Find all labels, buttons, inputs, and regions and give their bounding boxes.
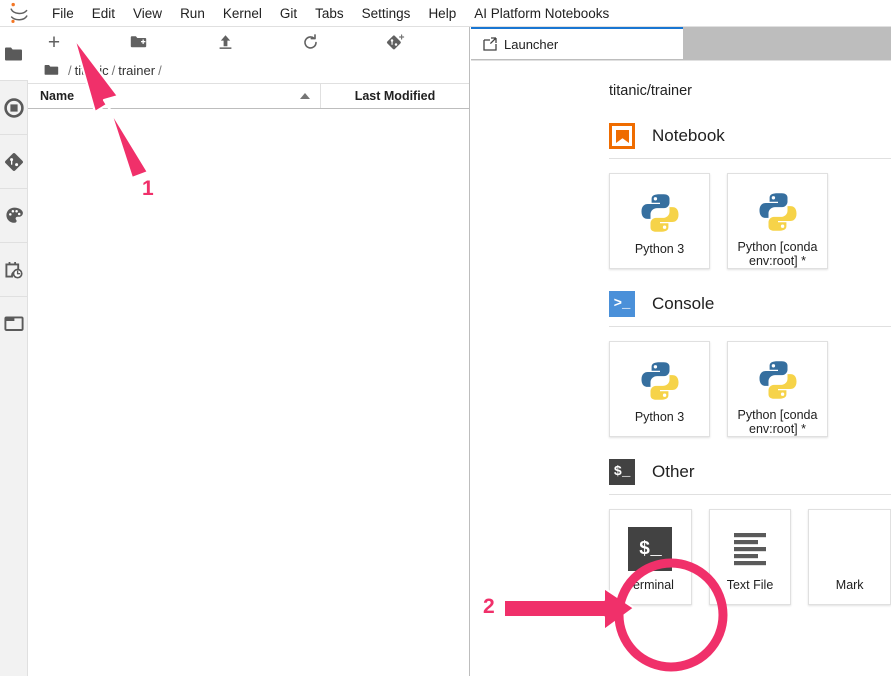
sidebar-item-git[interactable] [0, 135, 28, 188]
refresh-icon[interactable] [290, 29, 330, 55]
launcher-panel: titanic/trainer Notebook [471, 60, 891, 676]
breadcrumb-separator: / [110, 63, 118, 78]
launcher-card-label: Text File [723, 578, 778, 592]
breadcrumb-separator: / [156, 63, 164, 78]
python-icon [638, 188, 682, 238]
python-icon [638, 356, 682, 406]
launcher-section-other-title: Other [652, 462, 695, 482]
jupyterlab-window: File Edit View Run Kernel Git Tabs Setti… [0, 0, 891, 676]
text-file-icon [729, 524, 771, 574]
launcher-terminal-card[interactable]: $_ Terminal [609, 509, 692, 605]
launcher-console-cards: Python 3 Python [conda env:root] * [609, 341, 891, 437]
file-list[interactable] [28, 109, 469, 676]
launcher-card-label: Python 3 [631, 242, 688, 256]
launcher-text-file-card[interactable]: Text File [709, 509, 792, 605]
launcher-card-label: Mark [832, 578, 868, 592]
new-launcher-button[interactable]: + [34, 29, 74, 55]
column-header-name[interactable]: Name [28, 84, 321, 108]
section-divider [609, 494, 891, 495]
breadcrumb: / titanic / trainer / [28, 57, 469, 83]
section-divider [609, 158, 891, 159]
terminal-icon: $_ [628, 524, 672, 574]
git-new-icon[interactable] [375, 29, 415, 55]
menu-file[interactable]: File [43, 3, 83, 24]
launcher-section-notebook-title: Notebook [652, 126, 725, 146]
tab-launcher-label: Launcher [504, 37, 558, 52]
launcher-section-other-header: $_ Other [609, 459, 891, 485]
launcher-section-console-header: >_ Console [609, 291, 891, 317]
file-list-header: Name Last Modified [28, 83, 469, 109]
launcher-section-notebook-header: Notebook [609, 123, 891, 149]
launcher-card-label: Python [conda env:root] * [734, 240, 822, 268]
sidebar-item-file-browser[interactable] [0, 27, 28, 80]
sidebar-item-scheduler[interactable] [0, 243, 28, 296]
breadcrumb-root-folder-icon[interactable] [44, 64, 59, 76]
breadcrumb-item-trainer[interactable]: trainer [118, 63, 155, 78]
console-icon-glyph: >_ [614, 296, 631, 312]
sort-ascending-icon [300, 93, 310, 99]
sidebar-item-open-tabs[interactable] [0, 297, 28, 350]
new-folder-icon[interactable] [118, 29, 158, 55]
file-browser-panel: + [28, 27, 470, 676]
launcher-console-card-python3[interactable]: Python 3 [609, 341, 710, 437]
upload-icon[interactable] [205, 29, 245, 55]
python-icon [756, 188, 800, 236]
main-area: Launcher titanic/trainer Notebook [471, 27, 891, 676]
file-browser-toolbar: + [28, 27, 469, 57]
column-header-last-modified[interactable]: Last Modified [321, 89, 469, 103]
menu-items: File Edit View Run Kernel Git Tabs Setti… [43, 3, 618, 24]
launcher-card-label: Python 3 [631, 410, 688, 424]
python-icon [756, 356, 800, 404]
menu-kernel[interactable]: Kernel [214, 3, 271, 24]
launcher-section-console-title: Console [652, 294, 714, 314]
launcher-icon [483, 37, 497, 51]
launcher-console-card-python-conda-root[interactable]: Python [conda env:root] * [727, 341, 828, 437]
launcher-card-label: Terminal [623, 578, 678, 592]
terminal-icon: $_ [609, 459, 635, 485]
menu-view[interactable]: View [124, 3, 171, 24]
launcher-card-label: Python [conda env:root] * [734, 408, 822, 436]
sidebar-item-running-terminals-kernels[interactable] [0, 81, 28, 134]
menu-settings[interactable]: Settings [353, 3, 420, 24]
column-header-name-label: Name [40, 89, 74, 103]
menu-bar: File Edit View Run Kernel Git Tabs Setti… [0, 0, 891, 27]
menu-ai-platform-notebooks[interactable]: AI Platform Notebooks [465, 3, 618, 24]
menu-run[interactable]: Run [171, 3, 214, 24]
menu-git[interactable]: Git [271, 3, 306, 24]
launcher-cwd: titanic/trainer [609, 83, 891, 99]
terminal-icon-glyph: $_ [614, 464, 631, 480]
breadcrumb-item-titanic[interactable]: titanic [75, 63, 109, 78]
sidebar-item-extension-manager[interactable] [0, 189, 28, 242]
launcher-markdown-file-card[interactable]: Mark [808, 509, 891, 605]
launcher-other-cards: $_ Terminal [609, 509, 891, 605]
section-divider [609, 326, 891, 327]
left-sidebar-rail [0, 27, 28, 676]
console-icon: >_ [609, 291, 635, 317]
notebook-icon [609, 123, 635, 149]
jupyter-logo-icon [4, 0, 34, 27]
launcher-notebook-card-python-conda-root[interactable]: Python [conda env:root] * [727, 173, 828, 269]
main-tab-bar: Launcher [471, 27, 891, 60]
launcher-notebook-cards: Python 3 Python [conda env:root] * [609, 173, 891, 269]
menu-help[interactable]: Help [419, 3, 465, 24]
launcher-notebook-card-python3[interactable]: Python 3 [609, 173, 710, 269]
terminal-icon-glyph: $_ [628, 527, 672, 571]
tab-launcher[interactable]: Launcher [471, 27, 683, 59]
menu-tabs[interactable]: Tabs [306, 3, 353, 24]
breadcrumb-separator: / [66, 63, 74, 78]
menu-edit[interactable]: Edit [83, 3, 124, 24]
